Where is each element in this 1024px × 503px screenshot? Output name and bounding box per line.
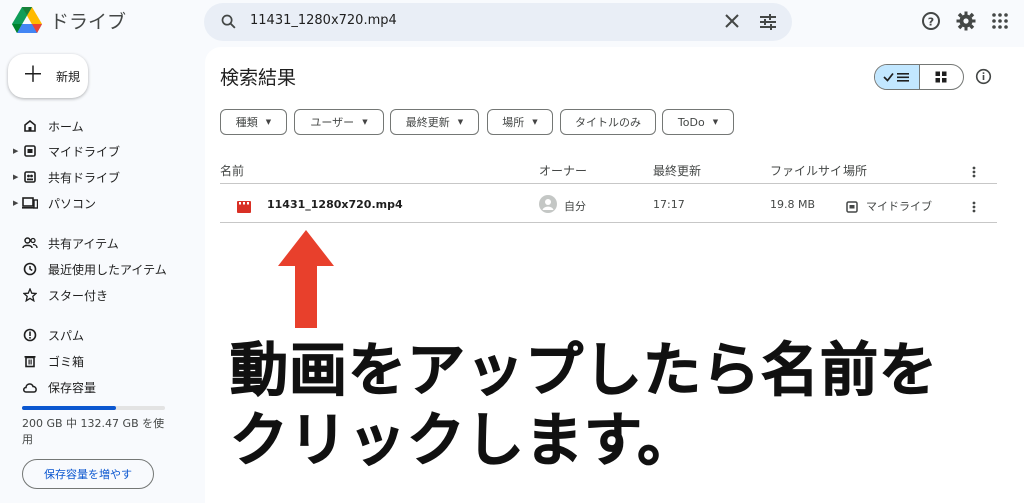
chip-label: 種類 <box>235 116 258 129</box>
sidebar-item-label: スパム <box>48 328 85 343</box>
sidebar-item-label: 最近使用したアイテム <box>48 262 167 277</box>
chip-title-only[interactable]: タイトルのみ <box>560 109 656 135</box>
search-input[interactable]: 11431_1280x720.mp4 <box>250 13 397 28</box>
list-view-button[interactable] <box>875 65 920 89</box>
sidebar-item-storage[interactable]: 保存容量 <box>14 376 96 398</box>
shared-drive-icon <box>22 169 38 185</box>
search-bar[interactable]: 11431_1280x720.mp4 <box>204 3 792 41</box>
file-name-link[interactable]: 11431_1280x720.mp4 <box>267 198 403 211</box>
file-owner: 自分 <box>564 200 586 213</box>
sidebar-item-my-drive[interactable]: ▶ マイドライブ <box>13 140 121 162</box>
expand-caret-icon[interactable]: ▶ <box>13 199 18 207</box>
trash-icon <box>22 353 38 369</box>
home-icon <box>22 118 38 134</box>
clear-search-icon[interactable] <box>725 14 739 28</box>
column-header-size[interactable]: ファイルサイ <box>770 162 842 179</box>
storage-progress-fill <box>22 406 117 410</box>
apps-grid-icon[interactable] <box>992 13 1008 29</box>
row-divider <box>220 222 997 223</box>
column-header-location[interactable]: 場所 <box>843 162 867 179</box>
sidebar-item-label: 共有アイテム <box>48 236 119 251</box>
grid-icon <box>935 71 947 83</box>
new-button-label: 新規 <box>56 69 81 84</box>
drive-logo[interactable]: ドライブ <box>12 7 126 34</box>
info-icon[interactable] <box>975 68 992 89</box>
chip-label: 場所 <box>502 116 525 129</box>
file-modified: 17:17 <box>653 198 685 211</box>
help-icon[interactable]: ? <box>921 11 941 31</box>
instruction-line-1: 動画をアップしたら名前を <box>229 336 939 405</box>
sidebar-item-spam[interactable]: スパム <box>14 324 84 346</box>
sidebar-item-starred[interactable]: スター付き <box>14 284 108 306</box>
sidebar-item-label: スター付き <box>48 288 109 303</box>
chip-people[interactable]: ユーザー ▼ <box>294 109 384 135</box>
file-size: 19.8 MB <box>770 198 816 211</box>
video-file-icon <box>237 198 251 217</box>
red-up-arrow <box>278 230 334 328</box>
settings-gear-icon[interactable] <box>956 11 976 31</box>
people-icon <box>22 235 38 251</box>
expand-caret-icon[interactable]: ▶ <box>13 147 18 155</box>
sidebar-item-recent[interactable]: 最近使用したアイテム <box>14 258 167 280</box>
expand-caret-icon[interactable]: ▶ <box>13 173 18 181</box>
chip-label: タイトルのみ <box>575 116 641 129</box>
search-options-icon[interactable] <box>759 13 777 31</box>
avatar <box>539 195 557 217</box>
drive-logo-icon <box>12 7 42 33</box>
search-icon[interactable] <box>220 13 237 34</box>
sidebar-item-shared-drives[interactable]: ▶ 共有ドライブ <box>13 166 121 188</box>
sidebar-item-label: ゴミ箱 <box>48 354 85 369</box>
page-title: 検索結果 <box>220 67 297 89</box>
file-location[interactable]: マイドライブ <box>866 198 932 214</box>
chevron-down-icon: ▼ <box>362 118 368 126</box>
get-more-storage-button[interactable]: 保存容量を増やす <box>22 459 154 489</box>
star-icon <box>22 287 38 303</box>
column-header-owner[interactable]: オーナー <box>539 162 587 179</box>
computer-icon <box>22 195 38 211</box>
chip-label: 最終更新 <box>405 116 450 129</box>
svg-text:?: ? <box>928 16 934 29</box>
sidebar-item-home[interactable]: ホーム <box>14 115 84 137</box>
check-list-icon <box>883 72 909 82</box>
instruction-caption: 動画をアップしたら名前を クリックします。 <box>229 335 939 475</box>
chevron-down-icon: ▼ <box>457 118 464 126</box>
chip-label: ユーザー <box>310 116 355 129</box>
sidebar-item-label: ホーム <box>48 119 84 134</box>
sidebar-item-computers[interactable]: ▶ パソコン <box>13 192 97 214</box>
chip-todo[interactable]: ToDo ▼ <box>662 109 734 135</box>
storage-usage-text: 200 GB 中 132.47 GB を使用 <box>22 417 165 446</box>
chip-modified[interactable]: 最終更新 ▼ <box>390 109 479 135</box>
header-divider <box>220 183 997 184</box>
my-drive-icon <box>22 143 38 159</box>
new-button[interactable]: ＋ 新規 <box>8 54 88 98</box>
storage-progress-bar <box>22 406 165 410</box>
plus-icon: ＋ <box>22 63 45 88</box>
chip-label: ToDo <box>677 115 705 129</box>
sidebar-item-label: マイドライブ <box>48 144 121 159</box>
more-actions-icon[interactable] <box>972 198 976 217</box>
chevron-down-icon: ▼ <box>265 118 272 126</box>
cloud-icon <box>22 379 38 395</box>
view-toggle[interactable] <box>874 64 964 90</box>
grid-view-button[interactable] <box>920 65 964 89</box>
chip-location[interactable]: 場所 ▼ <box>487 109 553 135</box>
chevron-down-icon: ▼ <box>712 118 719 126</box>
clock-icon <box>22 261 38 277</box>
sidebar-item-label: パソコン <box>48 196 97 211</box>
sidebar-item-trash[interactable]: ゴミ箱 <box>14 350 84 372</box>
column-header-name[interactable]: 名前 <box>220 162 244 179</box>
my-drive-icon <box>846 198 858 217</box>
column-header-modified[interactable]: 最終更新 <box>653 162 701 179</box>
sidebar-item-label: 保存容量 <box>48 380 97 395</box>
chevron-down-icon: ▼ <box>532 118 538 126</box>
spam-icon <box>22 327 38 343</box>
chip-type[interactable]: 種類 ▼ <box>220 109 287 135</box>
sidebar-item-shared-with-me[interactable]: 共有アイテム <box>14 232 119 254</box>
sidebar-item-label: 共有ドライブ <box>48 170 121 185</box>
instruction-line-2: クリックします。 <box>229 406 697 475</box>
column-options-icon[interactable] <box>972 163 976 182</box>
app-title: ドライブ <box>50 11 127 33</box>
